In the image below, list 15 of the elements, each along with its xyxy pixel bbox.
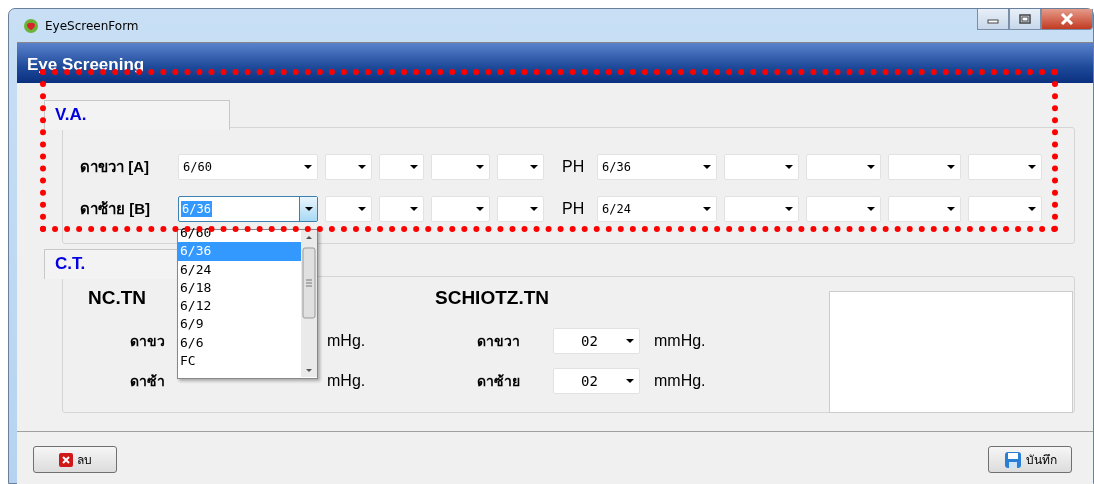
window-title: EyeScreenForm — [45, 18, 139, 33]
eye-label: ดาซ้าย [B] — [80, 199, 151, 219]
unit-label: mmHg. — [654, 332, 706, 350]
section-title: NC.TN — [88, 287, 147, 310]
eye-label: ดาซ้า — [130, 372, 166, 391]
unit-label: mHg. — [327, 332, 366, 350]
eye-label: ดาซ้าย — [477, 372, 521, 391]
eye-label: ดาขวา — [477, 332, 521, 351]
ph-label: PH — [562, 200, 586, 218]
unit-label: mHg. — [327, 372, 366, 390]
eye-label: ดาขว — [130, 332, 166, 351]
ph-label: PH — [562, 158, 586, 176]
unit-label: mmHg. — [654, 372, 706, 390]
eye-label: ดาขวา [A] — [80, 157, 150, 177]
section-title: SCHIOTZ.TN — [435, 287, 549, 310]
